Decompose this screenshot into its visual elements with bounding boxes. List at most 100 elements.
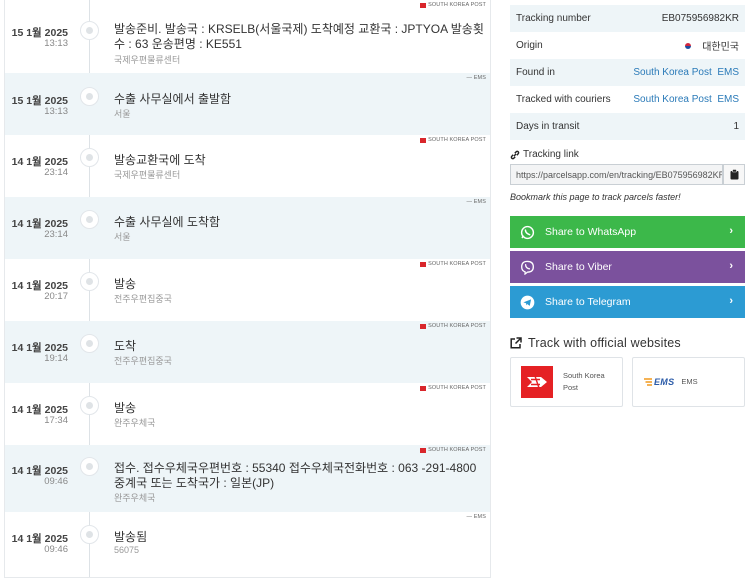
event-description: 발송 [114,401,137,415]
event-description: 발송됨 [114,530,148,544]
timeline-event: SOUTH KOREA POST 15 1월 2025 13:13 발송준비. … [5,0,490,73]
days-in-transit-label: Days in transit [516,121,580,132]
event-source-tag: — EMS [466,514,486,520]
origin-value: 대한민국 [702,42,739,53]
event-time: 09:46 [44,544,68,555]
event-description: 접수. 접수우체국우편번호 : 55340 접수우체국전화번호 : 063 -2… [114,461,477,490]
telegram-icon [520,295,535,310]
official-site-name: Post [563,383,579,392]
timeline-event: — EMS 14 1월 2025 09:46 발송됨 56075 [5,512,490,577]
event-time: 17:34 [44,415,68,426]
korea-post-flag-icon [420,385,427,391]
ems-logo-icon: EMS [644,377,674,387]
timeline-event: SOUTH KOREA POST 14 1월 2025 19:14 도착 전주우… [5,321,490,383]
timeline-dot-icon [80,272,99,291]
event-description: 발송준비. 발송국 : KRSELB(서울국제) 도착예정 교환국 : JPTY… [114,22,484,51]
bookmark-hint: Bookmark this page to track parcels fast… [510,192,681,202]
share-telegram-label: Share to Telegram [545,296,631,308]
timeline-dot-icon [80,87,99,106]
event-source-tag: SOUTH KOREA POST [420,447,486,453]
link-icon [510,150,520,160]
tracked-link-ems[interactable]: EMS [717,94,739,105]
share-viber-button[interactable]: Share to Viber › [510,251,745,283]
days-in-transit-row: Days in transit 1 [510,113,745,140]
days-in-transit-value: 1 [733,121,739,132]
tracked-link-korea-post[interactable]: South Korea Post [633,94,711,105]
found-in-link-korea-post[interactable]: South Korea Post [633,67,711,78]
share-whatsapp-button[interactable]: Share to WhatsApp › [510,216,745,248]
origin-label: Origin [516,40,543,51]
tracking-number-value: EB075956982KR [661,13,739,24]
event-location: 전주우편집중국 [114,356,172,366]
event-location: 서울 [114,232,131,242]
event-description: 발송 [114,277,137,291]
event-source-tag: — EMS [466,199,486,205]
tracking-number-row: Tracking number EB075956982KR [510,5,745,32]
tracked-with-row: Tracked with couriers South Korea Post E… [510,86,745,113]
origin-row: Origin 대한민국 [510,32,745,59]
event-location: 56075 [114,545,140,555]
event-time: 23:14 [44,229,68,240]
event-location: 전주우편집중국 [114,294,172,304]
whatsapp-icon [520,225,535,240]
official-site-name: EMS [681,377,698,386]
event-description: 발송교환국에 도착 [114,153,206,167]
event-time: 09:46 [44,476,68,487]
event-location: 완주우체국 [114,493,156,503]
tracking-number-label: Tracking number [516,13,591,24]
event-location: 완주우체국 [114,418,156,428]
found-in-link-ems[interactable]: EMS [717,67,739,78]
share-viber-label: Share to Viber [545,261,612,273]
official-site-south-korea-post[interactable]: South Korea Post [510,357,623,407]
tracking-timeline: SOUTH KOREA POST 15 1월 2025 13:13 발송준비. … [4,0,491,578]
tracking-link-field[interactable]: https://parcelsapp.com/en/tracking/EB075… [510,164,723,185]
share-telegram-button[interactable]: Share to Telegram › [510,286,745,318]
chevron-right-icon: › [729,260,733,272]
event-source-tag: SOUTH KOREA POST [420,2,486,8]
timeline-event: — EMS 14 1월 2025 23:14 수출 사무실에 도착함 서울 [5,197,490,259]
timeline-event: SOUTH KOREA POST 14 1월 2025 23:14 발송교환국에… [5,135,490,197]
timeline-dot-icon [80,21,99,40]
event-time: 20:17 [44,291,68,302]
south-korea-flag-icon [682,42,695,51]
timeline-event: SOUTH KOREA POST 14 1월 2025 20:17 발송 전주우… [5,259,490,321]
timeline-dot-icon [80,210,99,229]
chevron-right-icon: › [729,295,733,307]
tracked-with-label: Tracked with couriers [516,94,611,105]
timeline-dot-icon [80,334,99,353]
korea-post-flag-icon [420,2,427,8]
timeline-event: — EMS 15 1월 2025 13:13 수출 사무실에서 출발함 서울 [5,73,490,135]
viber-icon [520,260,535,275]
event-source-tag: SOUTH KOREA POST [420,137,486,143]
timeline-dot-icon [80,457,99,476]
event-time: 23:14 [44,167,68,178]
event-source-tag: SOUTH KOREA POST [420,385,486,391]
clipboard-icon [730,169,739,180]
event-time: 19:14 [44,353,68,364]
event-location: 국제우편물류센터 [114,55,181,65]
chevron-right-icon: › [729,225,733,237]
korea-post-flag-icon [420,323,427,329]
official-site-name: South Korea [563,371,605,380]
timeline-dot-icon [80,148,99,167]
event-source-tag: SOUTH KOREA POST [420,323,486,329]
event-description: 수출 사무실에 도착함 [114,215,221,229]
event-location: 서울 [114,109,131,119]
event-description: 수출 사무실에서 출발함 [114,92,232,106]
external-link-icon [510,337,522,349]
timeline-dot-icon [80,525,99,544]
timeline-event: SOUTH KOREA POST 14 1월 2025 17:34 발송 완주우… [5,383,490,445]
timeline-dot-icon [80,396,99,415]
korea-post-flag-icon [420,261,427,267]
found-in-row: Found in South Korea Post EMS [510,59,745,86]
korea-post-logo-icon [521,366,553,398]
event-location: 국제우편물류센터 [114,170,181,180]
event-description: 도착 [114,339,137,353]
copy-link-button[interactable] [723,164,745,185]
tracking-link-heading: Tracking link [510,149,579,160]
korea-post-flag-icon [420,447,427,453]
official-site-ems[interactable]: EMS EMS [632,357,745,407]
korea-post-flag-icon [420,137,427,143]
official-websites-heading: Track with official websites [510,336,681,350]
timeline-event: SOUTH KOREA POST 14 1월 2025 09:46 접수. 접수… [5,445,490,512]
